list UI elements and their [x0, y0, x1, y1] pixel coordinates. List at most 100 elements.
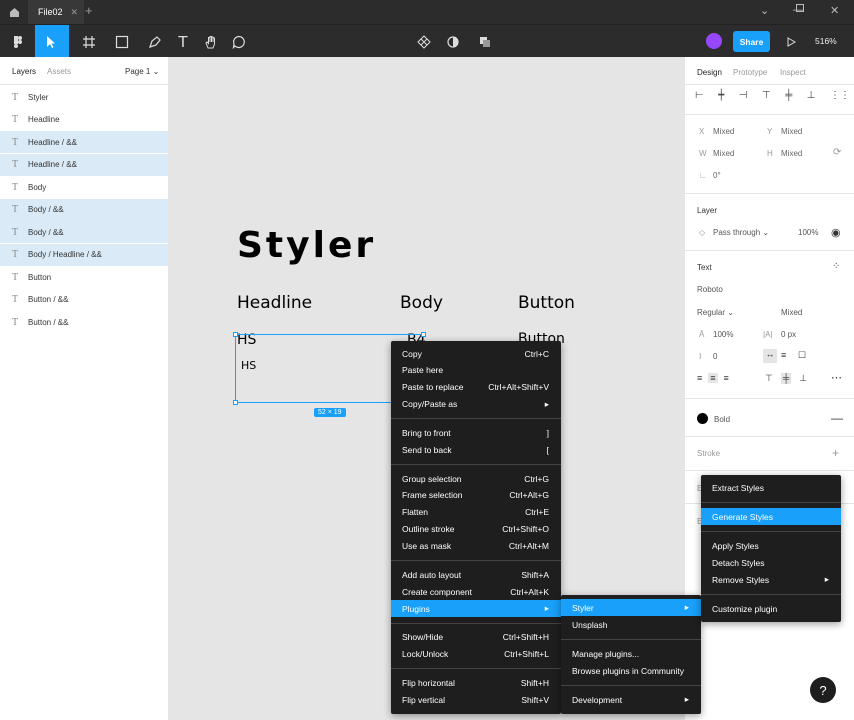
canvas-column-body[interactable]: Body — [400, 293, 443, 313]
text-align-center-icon[interactable]: ≡ — [708, 373, 718, 383]
component-icon[interactable] — [412, 25, 436, 58]
opacity-field[interactable]: 100% — [798, 228, 818, 237]
eye-icon[interactable]: ◉ — [831, 226, 841, 239]
context-menu-item[interactable]: Copy Ctrl+C — [391, 345, 561, 362]
plugins-menu-item[interactable]: Browse plugins in Community — [561, 662, 701, 679]
pen-tool-icon[interactable] — [141, 25, 169, 58]
align-center-v-icon[interactable]: ╪ — [785, 90, 792, 104]
context-menu-item[interactable]: Plugins ▸ — [391, 600, 561, 618]
context-menu-item[interactable]: Paste to replace Ctrl+Alt+Shift+V — [391, 379, 561, 396]
h-field[interactable]: Mixed — [781, 149, 802, 158]
valign-middle-icon[interactable]: ╪ — [780, 373, 792, 384]
styler-menu-item[interactable]: Remove Styles ▸ — [701, 571, 841, 588]
share-button[interactable]: Share — [733, 31, 770, 52]
page-selector[interactable]: Page 1 ⌄ — [125, 67, 159, 76]
font-family-select[interactable]: Roboto — [697, 285, 723, 294]
plugins-menu-item[interactable]: Styler ▸ — [561, 599, 701, 616]
canvas-column-button[interactable]: Button — [518, 293, 575, 313]
context-menu-item[interactable]: Add auto layout Shift+A — [391, 566, 561, 583]
text-align-right-icon[interactable]: ≡ — [724, 373, 729, 383]
move-tool-icon[interactable] — [35, 25, 69, 58]
letter-spacing-field[interactable]: 0 px — [781, 330, 796, 339]
align-left-icon[interactable]: ⊢ — [695, 90, 704, 104]
zoom-level[interactable]: 516% — [815, 36, 837, 46]
distribute-icon[interactable]: ⋮⋮ — [830, 90, 850, 104]
context-menu-item[interactable]: Paste here — [391, 362, 561, 379]
context-menu-item[interactable]: Lock/Unlock Ctrl+Shift+L — [391, 646, 561, 663]
tab-inspect[interactable]: Inspect — [780, 68, 806, 77]
present-icon[interactable] — [783, 25, 799, 58]
new-tab-icon[interactable]: + — [85, 3, 93, 18]
context-menu-item[interactable]: Create component Ctrl+Alt+K — [391, 583, 561, 600]
plugins-menu-item[interactable]: Development ▸ — [561, 691, 701, 708]
layer-row[interactable]: T Button — [0, 266, 168, 288]
text-align-left-icon[interactable]: ≡ — [697, 373, 702, 383]
layer-row[interactable]: T Body / Headline / && — [0, 243, 168, 266]
auto-width-icon[interactable]: ↔ — [763, 349, 777, 363]
valign-bottom-icon[interactable]: ⊥ — [799, 373, 807, 384]
styler-menu-item[interactable]: Detach Styles — [701, 554, 841, 571]
rectangle-tool-icon[interactable] — [108, 25, 136, 58]
canvas-title[interactable]: Styler — [237, 225, 376, 266]
y-field[interactable]: Mixed — [781, 127, 802, 136]
constrain-proportions-icon[interactable]: ⟳ — [833, 147, 841, 158]
context-menu-item[interactable]: Outline stroke Ctrl+Shift+O — [391, 521, 561, 538]
context-menu-item[interactable]: Flatten Ctrl+E — [391, 504, 561, 521]
resize-handle[interactable] — [233, 332, 238, 337]
more-options-icon[interactable]: ⋯ — [831, 371, 842, 384]
frame-tool-icon[interactable] — [75, 25, 103, 58]
resize-handle[interactable] — [233, 400, 238, 405]
align-center-h-icon[interactable]: ┿ — [718, 90, 724, 104]
close-tab-icon[interactable]: ✕ — [71, 7, 79, 18]
maximize-icon[interactable] — [796, 3, 804, 15]
add-stroke-icon[interactable]: + — [832, 446, 839, 460]
text-tool-icon[interactable]: T — [174, 25, 192, 58]
remove-fill-icon[interactable]: — — [831, 411, 843, 425]
text-styles-icon[interactable]: ⁘ — [832, 261, 840, 272]
context-menu-item[interactable]: Group selection Ctrl+G — [391, 470, 561, 487]
fill-swatch[interactable] — [697, 413, 708, 424]
layer-row[interactable]: T Headline — [0, 109, 168, 131]
avatar[interactable] — [706, 33, 722, 49]
close-window-icon[interactable]: ✕ — [830, 4, 839, 17]
home-icon[interactable] — [0, 0, 28, 24]
tab-prototype[interactable]: Prototype — [733, 68, 767, 77]
layer-row[interactable]: T Button / && — [0, 289, 168, 311]
align-top-icon[interactable]: ⊤ — [762, 90, 771, 104]
w-field[interactable]: Mixed — [713, 149, 734, 158]
layer-row[interactable]: T Headline / && — [0, 153, 168, 176]
context-menu-item[interactable]: Bring to front] — [391, 424, 561, 441]
paragraph-spacing-field[interactable]: 0 — [713, 352, 717, 361]
font-size-field[interactable]: Mixed — [781, 308, 802, 317]
help-button[interactable]: ? — [810, 677, 836, 703]
fixed-size-icon[interactable]: ☐ — [798, 350, 806, 361]
file-tab[interactable]: File02 ✕ — [28, 0, 84, 24]
layer-row[interactable]: T Body / && — [0, 221, 168, 243]
layer-row[interactable]: T Headline / && — [0, 131, 168, 153]
layer-row[interactable]: T Styler — [0, 86, 168, 108]
valign-top-icon[interactable]: ⊤ — [765, 373, 773, 384]
context-menu-item[interactable]: Use as mask Ctrl+Alt+M — [391, 538, 561, 555]
auto-height-icon[interactable]: ≡ — [781, 350, 786, 360]
align-right-icon[interactable]: ⊣ — [739, 90, 748, 104]
layer-row[interactable]: T Body / && — [0, 198, 168, 221]
context-menu-item[interactable]: Flip vertical Shift+V — [391, 691, 561, 708]
fill-style-name[interactable]: Bold — [714, 415, 730, 424]
contrast-icon[interactable] — [445, 25, 461, 58]
layer-row[interactable]: T Body — [0, 176, 168, 198]
tab-design[interactable]: Design — [697, 68, 722, 77]
comment-tool-icon[interactable] — [229, 25, 249, 58]
boolean-ops-icon[interactable] — [474, 25, 498, 58]
line-height-field[interactable]: 100% — [713, 330, 733, 339]
tab-layers[interactable]: Layers — [12, 67, 36, 76]
align-bottom-icon[interactable]: ⊥ — [807, 90, 816, 104]
x-field[interactable]: Mixed — [713, 127, 734, 136]
context-menu-item[interactable]: Flip horizontal Shift+H — [391, 674, 561, 691]
styler-menu-item[interactable]: Generate Styles — [701, 508, 841, 525]
context-menu-item[interactable]: Copy/Paste as ▸ — [391, 396, 561, 413]
blend-mode-select[interactable]: Pass through ⌄ — [713, 228, 769, 237]
layer-row[interactable]: T Button / && — [0, 311, 168, 333]
plugins-menu-item[interactable]: Unsplash — [561, 616, 701, 633]
context-menu-item[interactable]: Frame selection Ctrl+Alt+G — [391, 487, 561, 504]
canvas-column-headline[interactable]: Headline — [237, 293, 312, 313]
